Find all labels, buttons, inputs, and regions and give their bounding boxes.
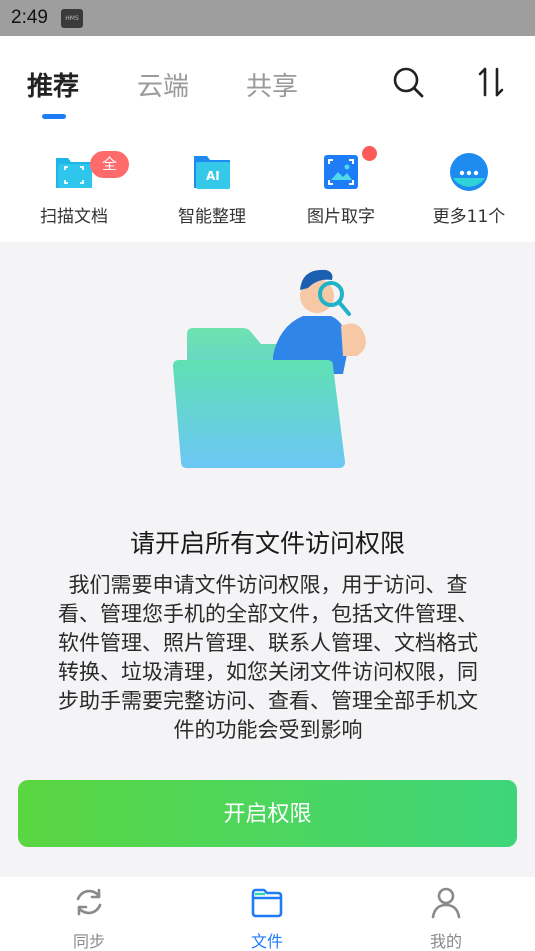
tool-label: 图片取字	[307, 207, 375, 227]
tool-image-text[interactable]: 图片取字	[286, 132, 396, 242]
tool-more[interactable]: 更多11个	[414, 132, 524, 242]
sync-icon	[76, 888, 102, 916]
hms-icon: HMS	[61, 9, 83, 28]
permission-description: 我们需要申请文件访问权限，用于访问、查看、管理您手机的全部文件，包括文件管理、软…	[58, 573, 478, 742]
tab-cloud[interactable]: 云端	[137, 66, 189, 103]
status-time: 2:49	[11, 7, 48, 28]
quick-tools: 全新 扫描文档 AI 智能整理 图片取字 更多11个	[0, 132, 535, 242]
top-tab-bar: 推荐 云端 共享	[0, 36, 535, 132]
tool-label: 更多11个	[432, 207, 506, 227]
nav-label: 文件	[250, 932, 283, 951]
search-icon[interactable]	[390, 64, 426, 100]
tool-label: 智能整理	[178, 207, 246, 227]
tool-label: 扫描文档	[40, 207, 108, 227]
folder-icon	[251, 888, 283, 918]
status-bar: 2:49 HMS	[0, 0, 535, 36]
tool-scan-document[interactable]: 全新 扫描文档	[19, 132, 129, 242]
tool-smart-organize[interactable]: AI 智能整理	[157, 132, 267, 242]
permission-panel: 请开启所有文件访问权限 我们需要申请文件访问权限，用于访问、查看、管理您手机的全…	[0, 242, 535, 877]
nav-sync[interactable]: 同步	[29, 877, 149, 951]
nav-files[interactable]: 文件	[207, 877, 327, 951]
scan-document-icon	[56, 158, 92, 188]
enable-permission-button[interactable]: 开启权限	[18, 780, 517, 847]
tab-recommend[interactable]: 推荐	[27, 66, 79, 103]
nav-mine[interactable]: 我的	[386, 877, 506, 951]
bottom-nav: 同步 文件 我的	[0, 877, 535, 951]
nav-label: 同步	[72, 932, 105, 951]
profile-icon	[431, 887, 461, 919]
more-icon	[450, 153, 488, 191]
active-tab-indicator	[42, 114, 66, 119]
tab-share[interactable]: 共享	[246, 66, 298, 103]
folder-search-illustration	[173, 269, 366, 468]
permission-title: 请开启所有文件访问权限	[129, 529, 405, 558]
new-badge: 全新	[90, 151, 129, 200]
image-text-icon	[324, 155, 358, 189]
nav-label: 我的	[429, 932, 462, 951]
sort-icon[interactable]	[473, 64, 509, 100]
notification-dot	[362, 146, 377, 161]
svg-text:AI: AI	[206, 169, 220, 183]
ai-folder-icon: AI	[194, 156, 230, 189]
